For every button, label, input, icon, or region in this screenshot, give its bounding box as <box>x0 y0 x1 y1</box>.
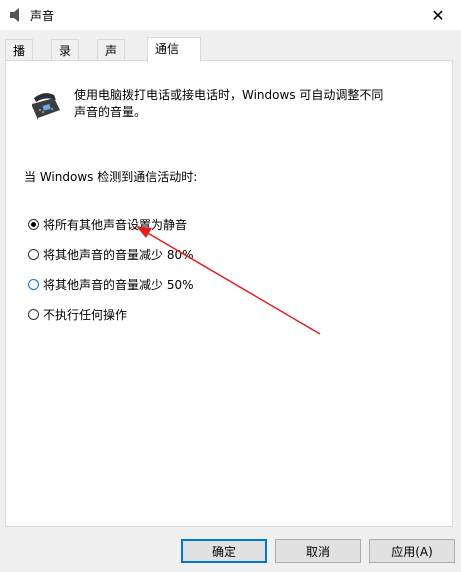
title-bar: 声音 ✕ <box>0 0 461 30</box>
option-label: 将其他声音的音量减少 50% <box>43 278 194 292</box>
description-line-2: 声音的音量。 <box>74 105 147 119</box>
tab-recording[interactable]: 录制 <box>51 39 80 75</box>
cancel-button[interactable]: 取消 <box>275 539 361 563</box>
tab-communications[interactable]: 通信 <box>147 37 201 62</box>
description: 使用电脑拨打电话或接电话时，Windows 可自动调整不同 声音的音量。 <box>74 87 434 121</box>
option-mute-all[interactable]: 将所有其他声音设置为静音 <box>28 216 187 233</box>
apply-button[interactable]: 应用(A) <box>369 539 455 563</box>
section-label: 当 Windows 检测到通信活动时: <box>24 170 198 184</box>
telephone-icon <box>32 93 60 120</box>
description-line-1: 使用电脑拨打电话或接电话时，Windows 可自动调整不同 <box>74 88 384 102</box>
option-label: 不执行任何操作 <box>43 308 128 322</box>
window-title: 声音 <box>30 9 55 23</box>
communications-panel: 使用电脑拨打电话或接电话时，Windows 可自动调整不同 声音的音量。 当 W… <box>5 60 453 527</box>
close-icon: ✕ <box>431 5 445 25</box>
close-button[interactable]: ✕ <box>415 0 461 30</box>
speaker-icon <box>10 8 19 22</box>
radio-do-nothing[interactable] <box>28 309 39 320</box>
option-reduce-50[interactable]: 将其他声音的音量减少 50% <box>28 276 194 293</box>
option-do-nothing[interactable]: 不执行任何操作 <box>28 306 127 323</box>
tab-playback[interactable]: 播放 <box>5 39 34 75</box>
radio-mute-all[interactable] <box>28 219 39 230</box>
option-label: 将所有其他声音设置为静音 <box>43 218 188 232</box>
ok-button[interactable]: 确定 <box>181 539 267 563</box>
radio-reduce-50[interactable] <box>28 279 39 290</box>
tab-sounds[interactable]: 声音 <box>97 39 126 75</box>
option-label: 将其他声音的音量减少 80% <box>43 248 194 262</box>
option-reduce-80[interactable]: 将其他声音的音量减少 80% <box>28 246 194 263</box>
radio-reduce-80[interactable] <box>28 249 39 260</box>
